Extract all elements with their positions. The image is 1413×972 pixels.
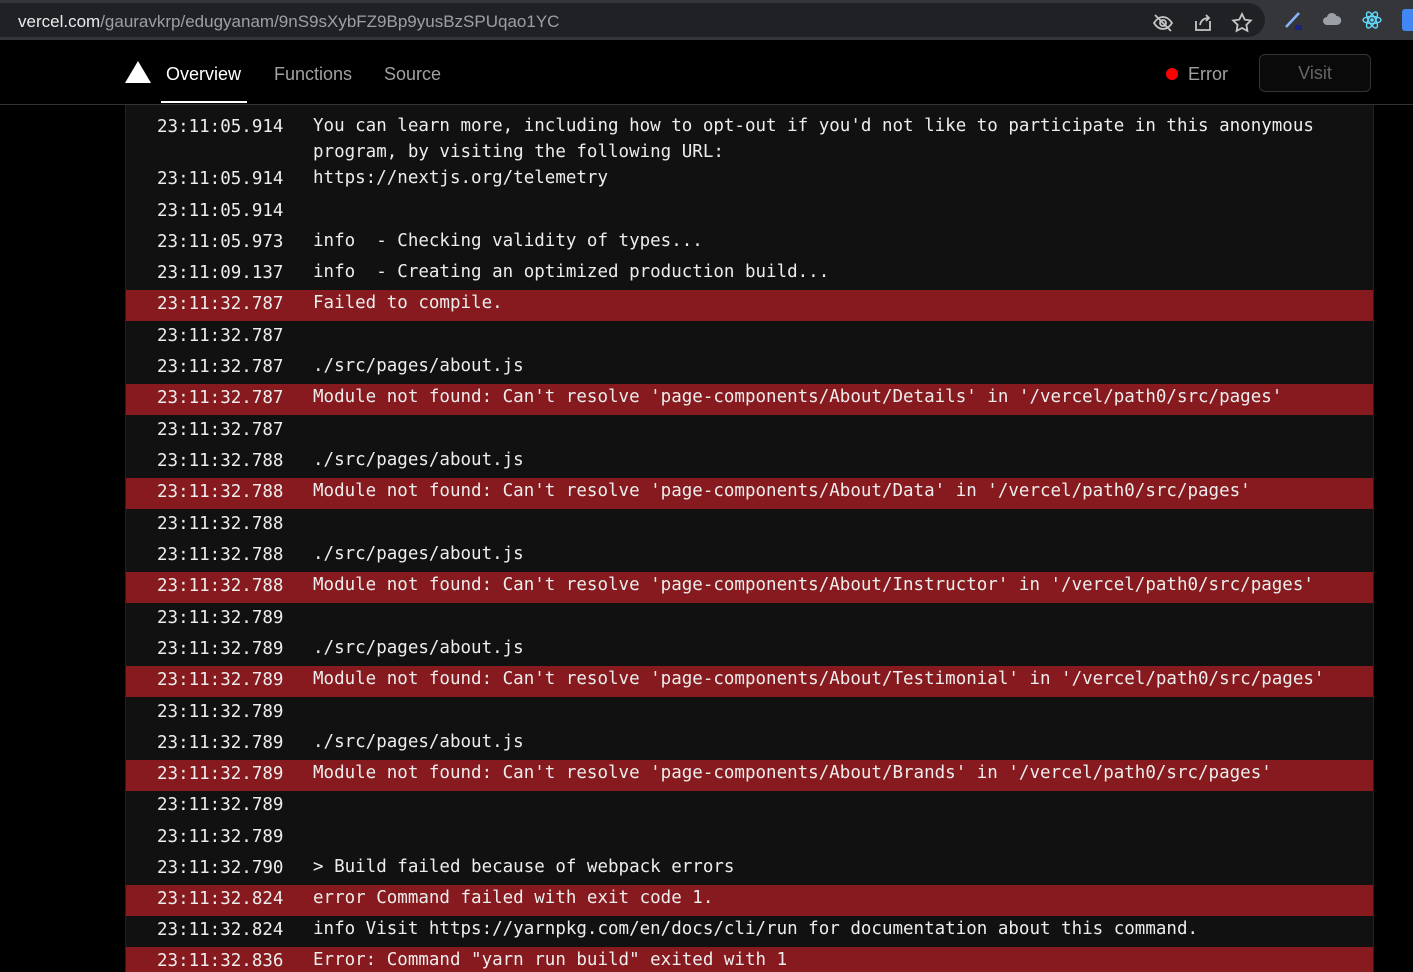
log-message: ./src/pages/about.js: [313, 356, 524, 376]
log-timestamp: 23:11:32.790: [157, 858, 284, 878]
log-timestamp: 23:11:05.914: [157, 169, 284, 189]
log-timestamp: 23:11:32.836: [157, 951, 284, 971]
log-line: 23:11:32.789: [126, 823, 1373, 854]
log-timestamp: 23:11:32.787: [157, 388, 284, 408]
log-line-error: 23:11:32.787 Module not found: Can't reso…: [126, 384, 1373, 415]
star-icon[interactable]: [1231, 11, 1253, 34]
log-timestamp: 23:11:32.787: [157, 357, 284, 377]
log-timestamp: 23:11:05.914: [157, 117, 284, 137]
log-line: 23:11:32.788 ./src/pages/about.js: [126, 447, 1373, 478]
log-message: You can learn more, including how to opt…: [313, 116, 1325, 162]
address-bar[interactable]: vercel.com/gauravkrp/edugyanam/9nS9sXybF…: [0, 3, 1265, 37]
log-timestamp: 23:11:32.789: [157, 670, 284, 690]
log-timestamp: 23:11:32.788: [157, 545, 284, 565]
log-line: 23:11:32.789 ./src/pages/about.js: [126, 635, 1373, 666]
log-timestamp: 23:11:32.789: [157, 733, 284, 753]
log-timestamp: 23:11:05.973: [157, 232, 284, 252]
log-line: 23:11:05.914 You can learn more, includin…: [126, 113, 1373, 165]
log-line: 23:11:32.789: [126, 698, 1373, 729]
log-timestamp: 23:11:32.789: [157, 702, 284, 722]
log-message: Module not found: Can't resolve 'page-co…: [313, 763, 1272, 783]
visit-button[interactable]: Visit: [1259, 54, 1371, 92]
log-timestamp: 23:11:09.137: [157, 263, 284, 283]
log-message: Error: Command "yarn run build" exited w…: [313, 950, 788, 970]
tab-overview[interactable]: Overview: [166, 64, 241, 85]
eye-off-icon[interactable]: [1152, 12, 1174, 34]
log-message: info - Checking validity of types...: [313, 231, 703, 251]
log-message: https://nextjs.org/telemetry: [313, 168, 609, 188]
log-line-error: 23:11:32.836 Error: Command "yarn run bui…: [126, 947, 1373, 972]
pen-extension-icon[interactable]: [1282, 9, 1304, 31]
log-message: Module not found: Can't resolve 'page-co…: [313, 481, 1251, 501]
log-line: 23:11:32.790 > Build failed because of we…: [126, 854, 1373, 885]
log-line-error: 23:11:32.789 Module not found: Can't reso…: [126, 666, 1373, 697]
log-line-error: 23:11:32.788 Module not found: Can't reso…: [126, 572, 1373, 603]
log-timestamp: 23:11:05.914: [157, 201, 284, 221]
log-message: error Command failed with exit code 1.: [313, 888, 714, 908]
log-timestamp: 23:11:32.788: [157, 451, 284, 471]
log-timestamp: 23:11:32.789: [157, 608, 284, 628]
log-message: info - Creating an optimized production …: [313, 262, 830, 282]
log-line: 23:11:32.789: [126, 604, 1373, 635]
log-timestamp: 23:11:32.789: [157, 639, 284, 659]
log-timestamp: 23:11:32.789: [157, 764, 284, 784]
log-line: 23:11:32.789 ./src/pages/about.js: [126, 729, 1373, 760]
log-timestamp: 23:11:32.789: [157, 795, 284, 815]
log-timestamp: 23:11:32.787: [157, 420, 284, 440]
log-line: 23:11:05.973 info - Checking validity of …: [126, 228, 1373, 259]
log-message: info Visit https://yarnpkg.com/en/docs/c…: [313, 919, 1199, 939]
log-line-error: 23:11:32.824 error Command failed with ex…: [126, 885, 1373, 916]
log-line: 23:11:09.137 info - Creating an optimized…: [126, 259, 1373, 290]
url-text[interactable]: vercel.com/gauravkrp/edugyanam/9nS9sXybF…: [18, 12, 559, 32]
build-log[interactable]: 23:11:05.914 You can learn more, includin…: [125, 105, 1374, 972]
tab-functions[interactable]: Functions: [274, 64, 352, 85]
status-badge: Error: [1188, 64, 1228, 84]
log-timestamp: 23:11:32.788: [157, 482, 284, 502]
log-timestamp: 23:11:32.824: [157, 889, 284, 909]
log-timestamp: 23:11:32.787: [157, 294, 284, 314]
share-icon[interactable]: [1192, 12, 1214, 34]
log-timestamp: 23:11:32.789: [157, 827, 284, 847]
log-timestamp: 23:11:32.788: [157, 576, 284, 596]
log-message: > Build failed because of webpack errors: [313, 857, 735, 877]
log-line: 23:11:32.788 ./src/pages/about.js: [126, 541, 1373, 572]
log-message: ./src/pages/about.js: [313, 638, 524, 658]
log-line-error: 23:11:32.787 Failed to compile.: [126, 290, 1373, 321]
log-timestamp: 23:11:32.788: [157, 514, 284, 534]
log-message: Module not found: Can't resolve 'page-co…: [313, 387, 1283, 407]
log-line: 23:11:32.787: [126, 416, 1373, 447]
log-line-error: 23:11:32.788 Module not found: Can't reso…: [126, 478, 1373, 509]
log-line: 23:11:32.789: [126, 791, 1373, 822]
log-message: ./src/pages/about.js: [313, 732, 524, 752]
vercel-logo-icon[interactable]: [125, 61, 151, 83]
tab-source[interactable]: Source: [384, 64, 441, 85]
log-timestamp: 23:11:32.824: [157, 920, 284, 940]
active-tab-indicator: [161, 101, 247, 103]
log-message: Module not found: Can't resolve 'page-co…: [313, 575, 1314, 595]
project-header: Overview Functions Source Error Visit: [0, 40, 1413, 105]
url-path: /gauravkrp/edugyanam/9nS9sXybFZ9Bp9yusBz…: [100, 12, 560, 31]
log-line: 23:11:32.787 ./src/pages/about.js: [126, 353, 1373, 384]
status-dot-icon: [1166, 68, 1178, 80]
log-line-error: 23:11:32.789 Module not found: Can't reso…: [126, 760, 1373, 791]
cloud-extension-icon[interactable]: [1321, 9, 1343, 31]
log-message: Module not found: Can't resolve 'page-co…: [313, 669, 1325, 689]
browser-toolbar: vercel.com/gauravkrp/edugyanam/9nS9sXybF…: [0, 0, 1413, 40]
clipped-log-line: [313, 105, 1343, 107]
log-line: 23:11:32.788: [126, 510, 1373, 541]
extension-icon-partial[interactable]: [1402, 9, 1413, 31]
log-line: 23:11:32.787: [126, 322, 1373, 353]
log-timestamp: 23:11:32.787: [157, 326, 284, 346]
log-line: 23:11:05.914: [126, 197, 1373, 228]
log-message: Failed to compile.: [313, 293, 503, 313]
log-line: 23:11:05.914 https://nextjs.org/telemetry: [126, 165, 1373, 196]
log-message: ./src/pages/about.js: [313, 544, 524, 564]
log-line: 23:11:32.824 info Visit https://yarnpkg.c…: [126, 916, 1373, 947]
url-host: vercel.com: [18, 12, 101, 31]
react-extension-icon[interactable]: [1361, 9, 1383, 31]
log-message: ./src/pages/about.js: [313, 450, 524, 470]
